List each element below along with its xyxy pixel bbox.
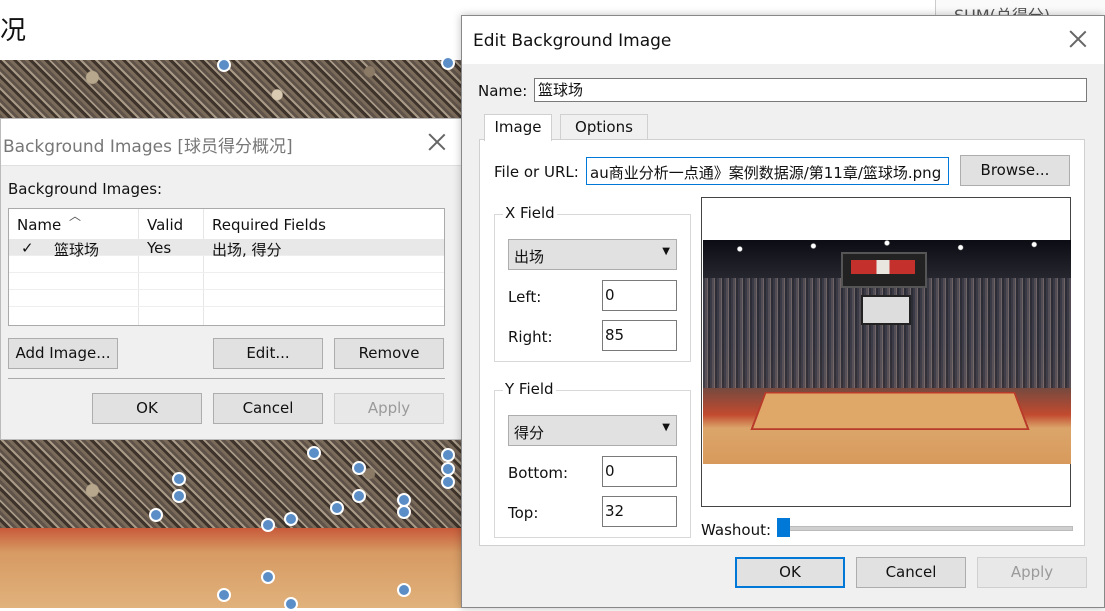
data-point-mark[interactable] [441, 448, 455, 462]
x-field-selected-value: 出场 [514, 248, 545, 266]
data-point-mark[interactable] [330, 501, 344, 515]
name-field[interactable]: 篮球场 [534, 78, 1087, 102]
top-label: Top: [508, 504, 539, 522]
image-preview [701, 197, 1071, 507]
background-image-top [0, 60, 462, 118]
top-input[interactable]: 32 [602, 496, 677, 527]
washout-slider-track[interactable] [787, 526, 1073, 531]
data-point-mark[interactable] [441, 56, 455, 70]
apply-button[interactable]: Apply [334, 393, 444, 424]
background-image-bottom [0, 440, 462, 608]
background-images-list: ︿ Name Valid Required Fields ✓ 篮球场 Yes 出… [8, 208, 445, 326]
data-point-mark[interactable] [172, 489, 186, 503]
arena-scoreboard [841, 252, 927, 288]
list-item[interactable]: ✓ 篮球场 Yes 出场, 得分 [9, 239, 444, 259]
chevron-down-icon: ▼ [662, 246, 670, 257]
remove-button[interactable]: Remove [334, 338, 444, 369]
dialog-title: Edit Background Image [473, 31, 672, 51]
y-field-label: Y Field [503, 380, 556, 398]
data-point-mark[interactable] [352, 489, 366, 503]
divider [8, 378, 445, 379]
data-point-mark[interactable] [261, 518, 275, 532]
arena-court [750, 391, 1030, 431]
tab-image[interactable]: Image [484, 114, 552, 141]
ok-button[interactable]: OK [92, 393, 202, 424]
bottom-label: Bottom: [508, 464, 569, 482]
add-image-button[interactable]: Add Image... [8, 338, 118, 369]
y-field-selected-value: 得分 [514, 424, 545, 442]
list-header: ︿ Name Valid Required Fields [9, 209, 444, 237]
browse-button[interactable]: Browse... [960, 155, 1070, 186]
edit-background-image-dialog: Edit Background Image Name: 篮球场 Image Op… [461, 15, 1105, 608]
data-point-mark[interactable] [397, 505, 411, 519]
data-point-mark[interactable] [352, 461, 366, 475]
image-tab-panel: File or URL: au商业分析一点通》案例数据源/第11章/篮球场.pn… [479, 139, 1085, 546]
file-url-field[interactable]: au商业分析一点通》案例数据源/第11章/篮球场.png [586, 157, 949, 185]
checkbox-checked-icon[interactable]: ✓ [21, 239, 34, 257]
data-point-mark[interactable] [217, 588, 231, 602]
data-point-mark[interactable] [172, 472, 186, 486]
worksheet-title: 况 [0, 16, 27, 46]
dialog-titlebar: Edit Background Image [462, 16, 1104, 64]
dialog-titlebar: Background Images [球员得分概况] [1, 119, 461, 166]
name-label: Name: [478, 82, 528, 100]
basketball-arena-image [703, 240, 1071, 464]
left-label: Left: [508, 288, 542, 306]
empty-row [9, 273, 444, 290]
column-header-required-fields[interactable]: Required Fields [212, 216, 326, 234]
edit-button[interactable]: Edit... [213, 338, 323, 369]
tab-options[interactable]: Options [560, 114, 648, 140]
bottom-input[interactable]: 0 [602, 456, 677, 487]
background-images-label: Background Images: [8, 180, 163, 198]
sort-ascending-icon: ︿ [69, 209, 82, 223]
empty-row [9, 256, 444, 273]
data-point-mark[interactable] [217, 58, 231, 72]
x-field-dropdown[interactable]: 出场 ▼ [508, 239, 677, 270]
ok-button[interactable]: OK [735, 557, 845, 588]
data-point-mark[interactable] [441, 475, 455, 489]
row-valid: Yes [147, 239, 172, 257]
cancel-button[interactable]: Cancel [856, 557, 966, 588]
x-field-label: X Field [503, 204, 557, 222]
washout-label: Washout: [701, 521, 772, 539]
background-images-dialog: Background Images [球员得分概况] Background Im… [0, 118, 462, 440]
column-header-name[interactable]: Name [17, 216, 61, 234]
cancel-button[interactable]: Cancel [213, 393, 323, 424]
close-icon[interactable] [428, 133, 446, 151]
y-field-dropdown[interactable]: 得分 ▼ [508, 415, 677, 446]
data-point-mark[interactable] [284, 597, 298, 611]
washout-slider-thumb[interactable] [777, 518, 790, 537]
close-icon[interactable] [1069, 30, 1087, 48]
column-header-valid[interactable]: Valid [147, 216, 183, 234]
arena-jumbotron [861, 295, 911, 325]
data-point-mark[interactable] [441, 462, 455, 476]
right-label: Right: [508, 328, 553, 346]
court-floor [0, 528, 462, 608]
file-url-label: File or URL: [494, 163, 579, 181]
data-point-mark[interactable] [307, 446, 321, 460]
x-field-group: X Field 出场 ▼ Left: 0 Right: 85 [494, 204, 691, 362]
chevron-down-icon: ▼ [662, 422, 670, 433]
dialog-title: Background Images [球员得分概况] [3, 137, 293, 157]
data-point-mark[interactable] [284, 512, 298, 526]
data-point-mark[interactable] [149, 508, 163, 522]
apply-button[interactable]: Apply [977, 557, 1087, 588]
data-point-mark[interactable] [261, 570, 275, 584]
right-input[interactable]: 85 [602, 320, 677, 351]
data-point-mark[interactable] [397, 583, 411, 597]
empty-row [9, 290, 444, 307]
left-input[interactable]: 0 [602, 280, 677, 311]
y-field-group: Y Field 得分 ▼ Bottom: 0 Top: 32 [494, 380, 691, 538]
